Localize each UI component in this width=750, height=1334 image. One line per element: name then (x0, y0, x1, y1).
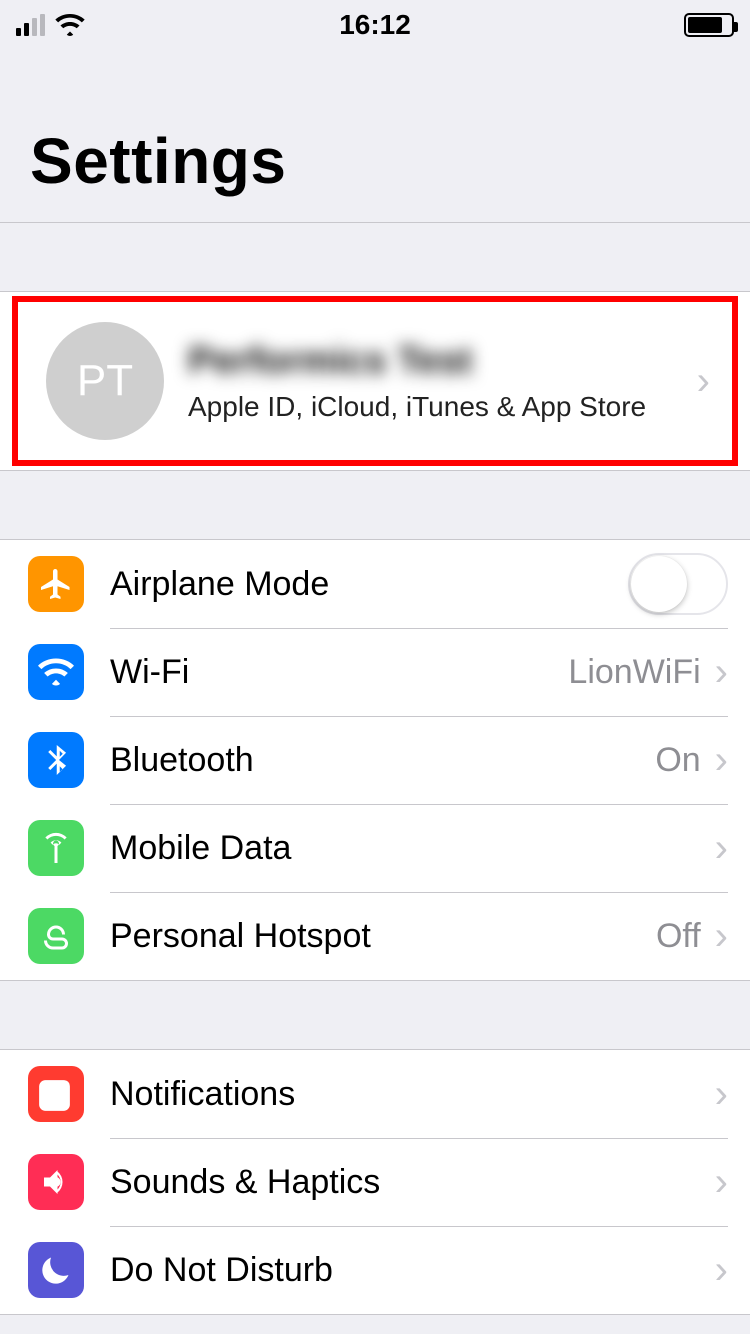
status-left (16, 14, 85, 36)
notifications-label: Notifications (110, 1075, 701, 1114)
chevron-right-icon: › (715, 1160, 728, 1205)
avatar: PT (46, 322, 164, 440)
dnd-label: Do Not Disturb (110, 1251, 701, 1290)
status-time: 16:12 (339, 9, 411, 41)
personal-hotspot-row[interactable]: Personal Hotspot Off › (0, 892, 750, 980)
antenna-icon (28, 820, 84, 876)
connectivity-group: Airplane Mode Wi-Fi LionWiFi › Bluetooth… (0, 539, 750, 981)
battery-icon (684, 13, 734, 37)
chevron-right-icon: › (715, 826, 728, 871)
apple-id-row[interactable]: PT Performics Test Apple ID, iCloud, iTu… (12, 296, 738, 466)
status-bar: 16:12 (0, 0, 750, 44)
airplane-icon (28, 556, 84, 612)
chevron-right-icon: › (715, 914, 728, 959)
chevron-right-icon: › (715, 738, 728, 783)
mobile-data-row[interactable]: Mobile Data › (0, 804, 750, 892)
chevron-right-icon: › (715, 1248, 728, 1293)
page-title: Settings (0, 44, 750, 222)
airplane-mode-label: Airplane Mode (110, 565, 614, 604)
speaker-icon (28, 1154, 84, 1210)
bluetooth-row[interactable]: Bluetooth On › (0, 716, 750, 804)
status-right (684, 13, 734, 37)
apple-id-subtitle: Apple ID, iCloud, iTunes & App Store (188, 391, 673, 423)
wifi-value: LionWiFi (568, 653, 700, 692)
chevron-right-icon: › (715, 1072, 728, 1117)
section-spacer (0, 981, 750, 1049)
bluetooth-value: On (655, 741, 700, 780)
section-spacer (0, 471, 750, 539)
dnd-row[interactable]: Do Not Disturb › (0, 1226, 750, 1314)
notifications-icon (28, 1066, 84, 1122)
personal-hotspot-label: Personal Hotspot (110, 917, 642, 956)
chevron-right-icon: › (715, 650, 728, 695)
wifi-icon (28, 644, 84, 700)
apple-id-group: PT Performics Test Apple ID, iCloud, iTu… (0, 291, 750, 471)
wifi-row[interactable]: Wi-Fi LionWiFi › (0, 628, 750, 716)
mobile-data-label: Mobile Data (110, 829, 687, 868)
moon-icon (28, 1242, 84, 1298)
chevron-right-icon: › (697, 359, 710, 404)
notifications-row[interactable]: Notifications › (0, 1050, 750, 1138)
cellular-signal-icon (16, 14, 45, 36)
sounds-label: Sounds & Haptics (110, 1163, 701, 1202)
wifi-status-icon (55, 14, 85, 36)
alerts-group: Notifications › Sounds & Haptics › Do No… (0, 1049, 750, 1315)
bluetooth-icon (28, 732, 84, 788)
bluetooth-label: Bluetooth (110, 741, 641, 780)
section-spacer (0, 223, 750, 291)
apple-id-name: Performics Test (188, 340, 673, 383)
personal-hotspot-value: Off (656, 917, 701, 956)
sounds-row[interactable]: Sounds & Haptics › (0, 1138, 750, 1226)
wifi-label: Wi-Fi (110, 653, 554, 692)
apple-id-text: Performics Test Apple ID, iCloud, iTunes… (188, 340, 673, 423)
airplane-mode-toggle[interactable] (628, 553, 728, 615)
hotspot-icon (28, 908, 84, 964)
airplane-mode-row[interactable]: Airplane Mode (0, 540, 750, 628)
